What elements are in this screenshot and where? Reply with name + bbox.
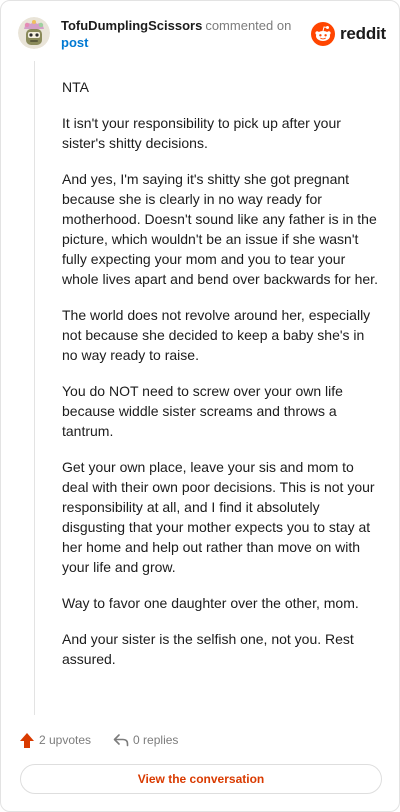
replies-count: 0 replies <box>133 733 179 747</box>
comment-paragraph: The world does not revolve around her, e… <box>62 307 371 363</box>
reddit-logo[interactable]: reddit <box>311 22 386 46</box>
comment-paragraph: Way to favor one daughter over the other… <box>62 595 359 611</box>
comment-paragraph: It isn't your responsibility to pick up … <box>62 115 341 151</box>
username[interactable]: TofuDumplingScissors <box>61 18 202 33</box>
comment-author[interactable]: TofuDumplingScissors commented on <box>61 18 291 33</box>
reply-arrow-icon <box>113 734 129 747</box>
comment-paragraph: You do NOT need to screw over your own l… <box>62 383 343 439</box>
user-avatar[interactable] <box>18 17 50 49</box>
post-link[interactable]: post <box>61 35 88 50</box>
commented-on-text: commented on <box>205 18 292 33</box>
reddit-wordmark: reddit <box>340 24 387 43</box>
comment-actions: 2 upvotes 0 replies <box>19 730 178 750</box>
comment-paragraph: And yes, I'm saying it's shitty she got … <box>62 171 378 287</box>
replies-button[interactable]: 0 replies <box>91 733 178 747</box>
upvote-count: 2 upvotes <box>39 733 92 747</box>
comment-paragraph: NTA <box>62 79 89 95</box>
avatar-image <box>18 17 50 49</box>
upvote-arrow-icon <box>20 732 34 748</box>
reddit-snoo-icon <box>311 22 335 46</box>
comment-body: NTA It isn't your responsibility to pick… <box>62 77 380 685</box>
comment-card: TofuDumplingScissors commented on post re… <box>0 0 400 812</box>
comment-paragraph: Get your own place, leave your sis and m… <box>62 459 375 575</box>
thread-line[interactable] <box>34 61 35 715</box>
upvote-button[interactable]: 2 upvotes <box>19 732 91 749</box>
comment-paragraph: And your sister is the selfish one, not … <box>62 631 354 667</box>
view-conversation-button[interactable]: View the conversation <box>20 764 382 794</box>
